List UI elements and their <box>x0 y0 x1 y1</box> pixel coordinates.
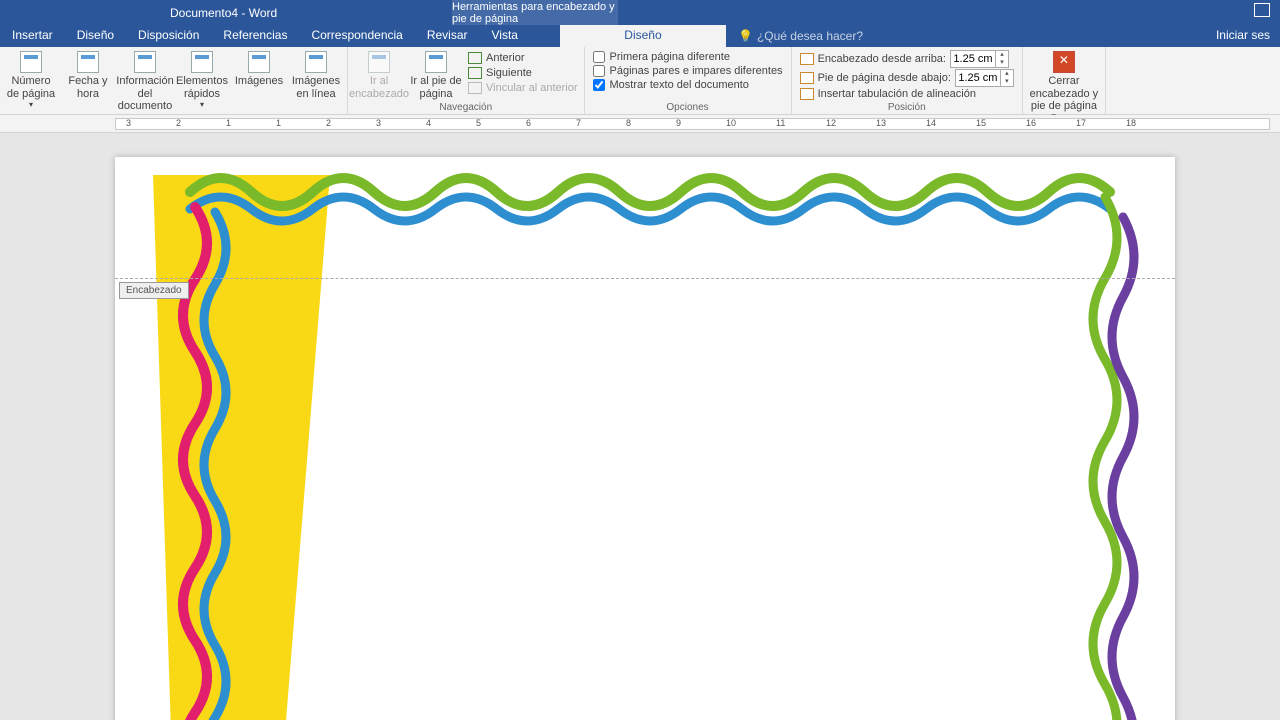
header-from-top-input[interactable] <box>951 51 995 67</box>
footer-bottom-icon <box>800 72 814 84</box>
goto-header-icon <box>368 51 390 73</box>
goto-footer-icon <box>425 51 447 73</box>
image-icon <box>248 51 270 73</box>
page[interactable]: Encabezado <box>115 157 1175 720</box>
tab-vista[interactable]: Vista <box>480 25 530 47</box>
doc-info-button[interactable]: Información del documento▾ <box>118 49 172 122</box>
title-bar: Documento4 - Word Herramientas para enca… <box>0 0 1280 25</box>
header-region-tab[interactable]: Encabezado <box>119 282 189 299</box>
footer-from-bottom-label: Pie de página desde abajo: <box>818 72 951 84</box>
previous-button[interactable]: Anterior <box>466 51 580 65</box>
goto-header-button[interactable]: Ir al encabezado <box>352 49 406 100</box>
page-number-button[interactable]: Número de página▾ <box>4 49 58 109</box>
close-header-footer-button[interactable]: Cerrar encabezado y pie de página <box>1027 49 1101 113</box>
chevron-up-icon[interactable]: ▴ <box>1001 70 1013 78</box>
online-images-button[interactable]: Imágenes en línea <box>289 49 343 100</box>
ribbon-tabs: Insertar Diseño Disposición Referencias … <box>0 25 1280 47</box>
calendar-icon <box>77 51 99 73</box>
group-navegacion: Ir al encabezado Ir al pie de página Ant… <box>348 47 585 114</box>
online-image-icon <box>305 51 327 73</box>
tab-insertar[interactable]: Insertar <box>0 25 65 47</box>
page-number-icon <box>20 51 42 73</box>
group-title-opciones: Opciones <box>589 102 787 114</box>
date-time-button[interactable]: Fecha y hora <box>61 49 115 100</box>
quick-parts-button[interactable]: Elementos rápidos▾ <box>175 49 229 109</box>
contextual-tab-title: Herramientas para encabezado y pie de pá… <box>452 0 618 25</box>
header-from-top-label: Encabezado desde arriba: <box>818 53 946 65</box>
footer-from-bottom-spinner[interactable]: ▴▾ <box>955 69 1014 87</box>
images-button[interactable]: Imágenes <box>232 49 286 88</box>
tell-me-input[interactable] <box>757 29 897 43</box>
first-page-different-checkbox[interactable]: Primera página diferente <box>593 51 783 63</box>
tab-icon <box>800 88 814 100</box>
group-title-posicion: Posición <box>796 102 1018 114</box>
tab-revisar[interactable]: Revisar <box>415 25 480 47</box>
link-previous-button[interactable]: Vincular al anterior <box>466 81 580 95</box>
group-opciones: Primera página diferente Páginas pares e… <box>585 47 792 114</box>
link-icon <box>468 82 482 94</box>
tab-referencias[interactable]: Referencias <box>211 25 299 47</box>
footer-from-bottom-input[interactable] <box>956 70 1000 86</box>
ribbon: Número de página▾ Fecha y hora Informaci… <box>0 47 1280 115</box>
horizontal-ruler[interactable]: 321123456789101112131415161718 <box>0 115 1280 133</box>
arrow-down-icon <box>468 67 482 79</box>
insert-alignment-tab-button[interactable]: Insertar tabulación de alineación <box>800 88 1014 100</box>
odd-even-different-checkbox[interactable]: Páginas pares e impares diferentes <box>593 65 783 77</box>
document-area[interactable]: Encabezado <box>0 133 1280 720</box>
decorative-border-art <box>115 157 1175 720</box>
doc-info-icon <box>134 51 156 73</box>
lightbulb-icon: 💡 <box>738 29 753 43</box>
goto-footer-button[interactable]: Ir al pie de página <box>409 49 463 100</box>
close-icon <box>1053 51 1075 73</box>
group-cerrar: Cerrar encabezado y pie de página Cerrar <box>1023 47 1106 114</box>
tab-disposicion[interactable]: Disposición <box>126 25 211 47</box>
chevron-down-icon[interactable]: ▾ <box>996 59 1008 67</box>
header-from-top-spinner[interactable]: ▴▾ <box>950 50 1009 68</box>
next-button[interactable]: Siguiente <box>466 66 580 80</box>
chevron-up-icon[interactable]: ▴ <box>996 51 1008 59</box>
tab-diseno[interactable]: Diseño <box>65 25 126 47</box>
group-title-navegacion: Navegación <box>352 102 580 114</box>
arrow-up-icon <box>468 52 482 64</box>
chevron-down-icon[interactable]: ▾ <box>1001 78 1013 86</box>
sign-in-link[interactable]: Iniciar ses <box>1206 25 1280 47</box>
ribbon-display-options-icon[interactable] <box>1254 3 1270 17</box>
group-insertar: Número de página▾ Fecha y hora Informaci… <box>0 47 348 114</box>
tab-correspondencia[interactable]: Correspondencia <box>299 25 414 47</box>
group-posicion: Encabezado desde arriba: ▴▾ Pie de págin… <box>792 47 1023 114</box>
document-title: Documento4 - Word <box>170 6 277 20</box>
show-doc-text-checkbox[interactable]: Mostrar texto del documento <box>593 79 783 91</box>
tell-me[interactable]: 💡 <box>726 25 897 47</box>
header-top-icon <box>800 53 814 65</box>
tab-context-diseno[interactable]: Diseño <box>560 25 726 47</box>
quick-parts-icon <box>191 51 213 73</box>
header-boundary-line <box>115 278 1175 279</box>
